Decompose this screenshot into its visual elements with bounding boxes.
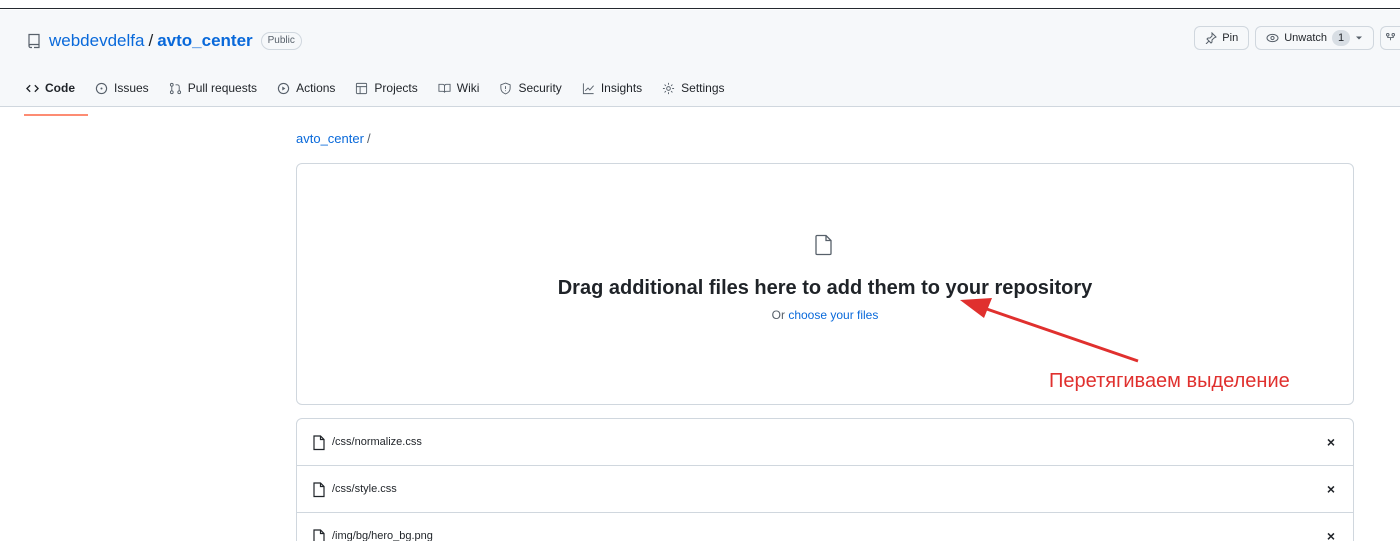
- repo-title: webdevdelfa / avto_center Public: [26, 30, 302, 52]
- breadcrumb-repo-link[interactable]: avto_center: [296, 131, 364, 146]
- staged-file-list: /css/normalize.css × /css/style.css × /i…: [296, 418, 1354, 541]
- fork-button[interactable]: [1380, 26, 1400, 50]
- repo-name-link[interactable]: avto_center: [157, 30, 252, 52]
- chevron-down-icon: [1356, 36, 1362, 40]
- file-path: /css/style.css: [332, 483, 397, 495]
- repo-path-separator: /: [148, 31, 154, 50]
- file-icon: [313, 435, 325, 451]
- selected-tab-underline: [24, 114, 88, 116]
- dropzone-or-text: Or: [771, 308, 785, 322]
- eye-icon: [1266, 33, 1279, 43]
- tab-security-label: Security: [518, 81, 562, 95]
- visibility-badge: Public: [260, 32, 302, 50]
- tab-insights[interactable]: Insights: [582, 78, 642, 98]
- graph-icon: [582, 82, 594, 94]
- code-icon: [26, 84, 39, 92]
- file-row: /css/normalize.css ×: [297, 419, 1353, 466]
- remove-file-button[interactable]: ×: [1327, 527, 1335, 541]
- fork-icon: [1386, 33, 1395, 41]
- tab-projects[interactable]: Projects: [355, 78, 418, 98]
- repo-header: webdevdelfa / avto_center Public Pin Unw…: [0, 10, 1400, 116]
- pin-button[interactable]: Pin: [1194, 26, 1250, 50]
- repo-actions: Pin Unwatch 1: [1194, 26, 1400, 50]
- file-row: /css/style.css ×: [297, 466, 1353, 513]
- file-dropzone[interactable]: Drag additional files here to add them t…: [296, 163, 1354, 405]
- tab-pull-requests[interactable]: Pull requests: [169, 78, 257, 98]
- pull-request-icon: [169, 82, 181, 94]
- file-row: /img/bg/hero_bg.png ×: [297, 513, 1353, 541]
- tab-issues-label: Issues: [114, 81, 149, 95]
- pin-label: Pin: [1222, 32, 1239, 44]
- file-path: /css/normalize.css: [332, 436, 422, 448]
- file-icon: [313, 529, 325, 541]
- repo-icon: [26, 33, 42, 49]
- table-icon: [356, 82, 368, 94]
- breadcrumb: avto_center /: [296, 131, 371, 146]
- tab-pull-requests-label: Pull requests: [187, 81, 258, 95]
- tab-settings[interactable]: Settings: [662, 78, 725, 98]
- choose-files-link[interactable]: choose your files: [788, 308, 878, 322]
- watch-count: 1: [1332, 30, 1350, 46]
- pin-icon: [1205, 32, 1218, 44]
- breadcrumb-separator: /: [366, 131, 371, 146]
- tab-wiki[interactable]: Wiki: [438, 78, 480, 98]
- tab-actions-label: Actions: [296, 81, 336, 95]
- tab-actions[interactable]: Actions: [277, 78, 335, 98]
- issue-icon: [95, 82, 108, 94]
- unwatch-label: Unwatch: [1284, 32, 1327, 44]
- tab-code[interactable]: Code: [26, 78, 75, 98]
- tab-security[interactable]: Security: [499, 78, 562, 98]
- unwatch-button[interactable]: Unwatch 1: [1255, 26, 1374, 50]
- remove-file-button[interactable]: ×: [1327, 480, 1335, 498]
- remove-file-button[interactable]: ×: [1327, 433, 1335, 451]
- book-icon: [438, 83, 451, 93]
- gear-icon: [663, 82, 675, 94]
- annotation-text: Перетягиваем выделение: [1049, 370, 1290, 392]
- shield-icon: [500, 82, 512, 94]
- tab-settings-label: Settings: [681, 81, 725, 95]
- dropzone-title: Drag additional files here to add them t…: [557, 277, 1093, 299]
- file-path: /img/bg/hero_bg.png: [332, 530, 433, 541]
- tab-wiki-label: Wiki: [456, 81, 480, 95]
- tab-insights-label: Insights: [600, 81, 643, 95]
- repo-tabs: Code Issues Pull requests Actions Projec…: [26, 78, 745, 98]
- play-icon: [277, 82, 290, 94]
- tab-code-label: Code: [45, 81, 75, 95]
- tab-issues[interactable]: Issues: [95, 78, 149, 98]
- tab-projects-label: Projects: [374, 81, 418, 95]
- file-icon: [815, 234, 832, 256]
- top-bar-border: [0, 0, 1400, 9]
- file-icon: [313, 482, 325, 498]
- repo-owner-link[interactable]: webdevdelfa: [49, 30, 144, 52]
- dropzone-subtitle: Or choose your files: [297, 308, 1353, 322]
